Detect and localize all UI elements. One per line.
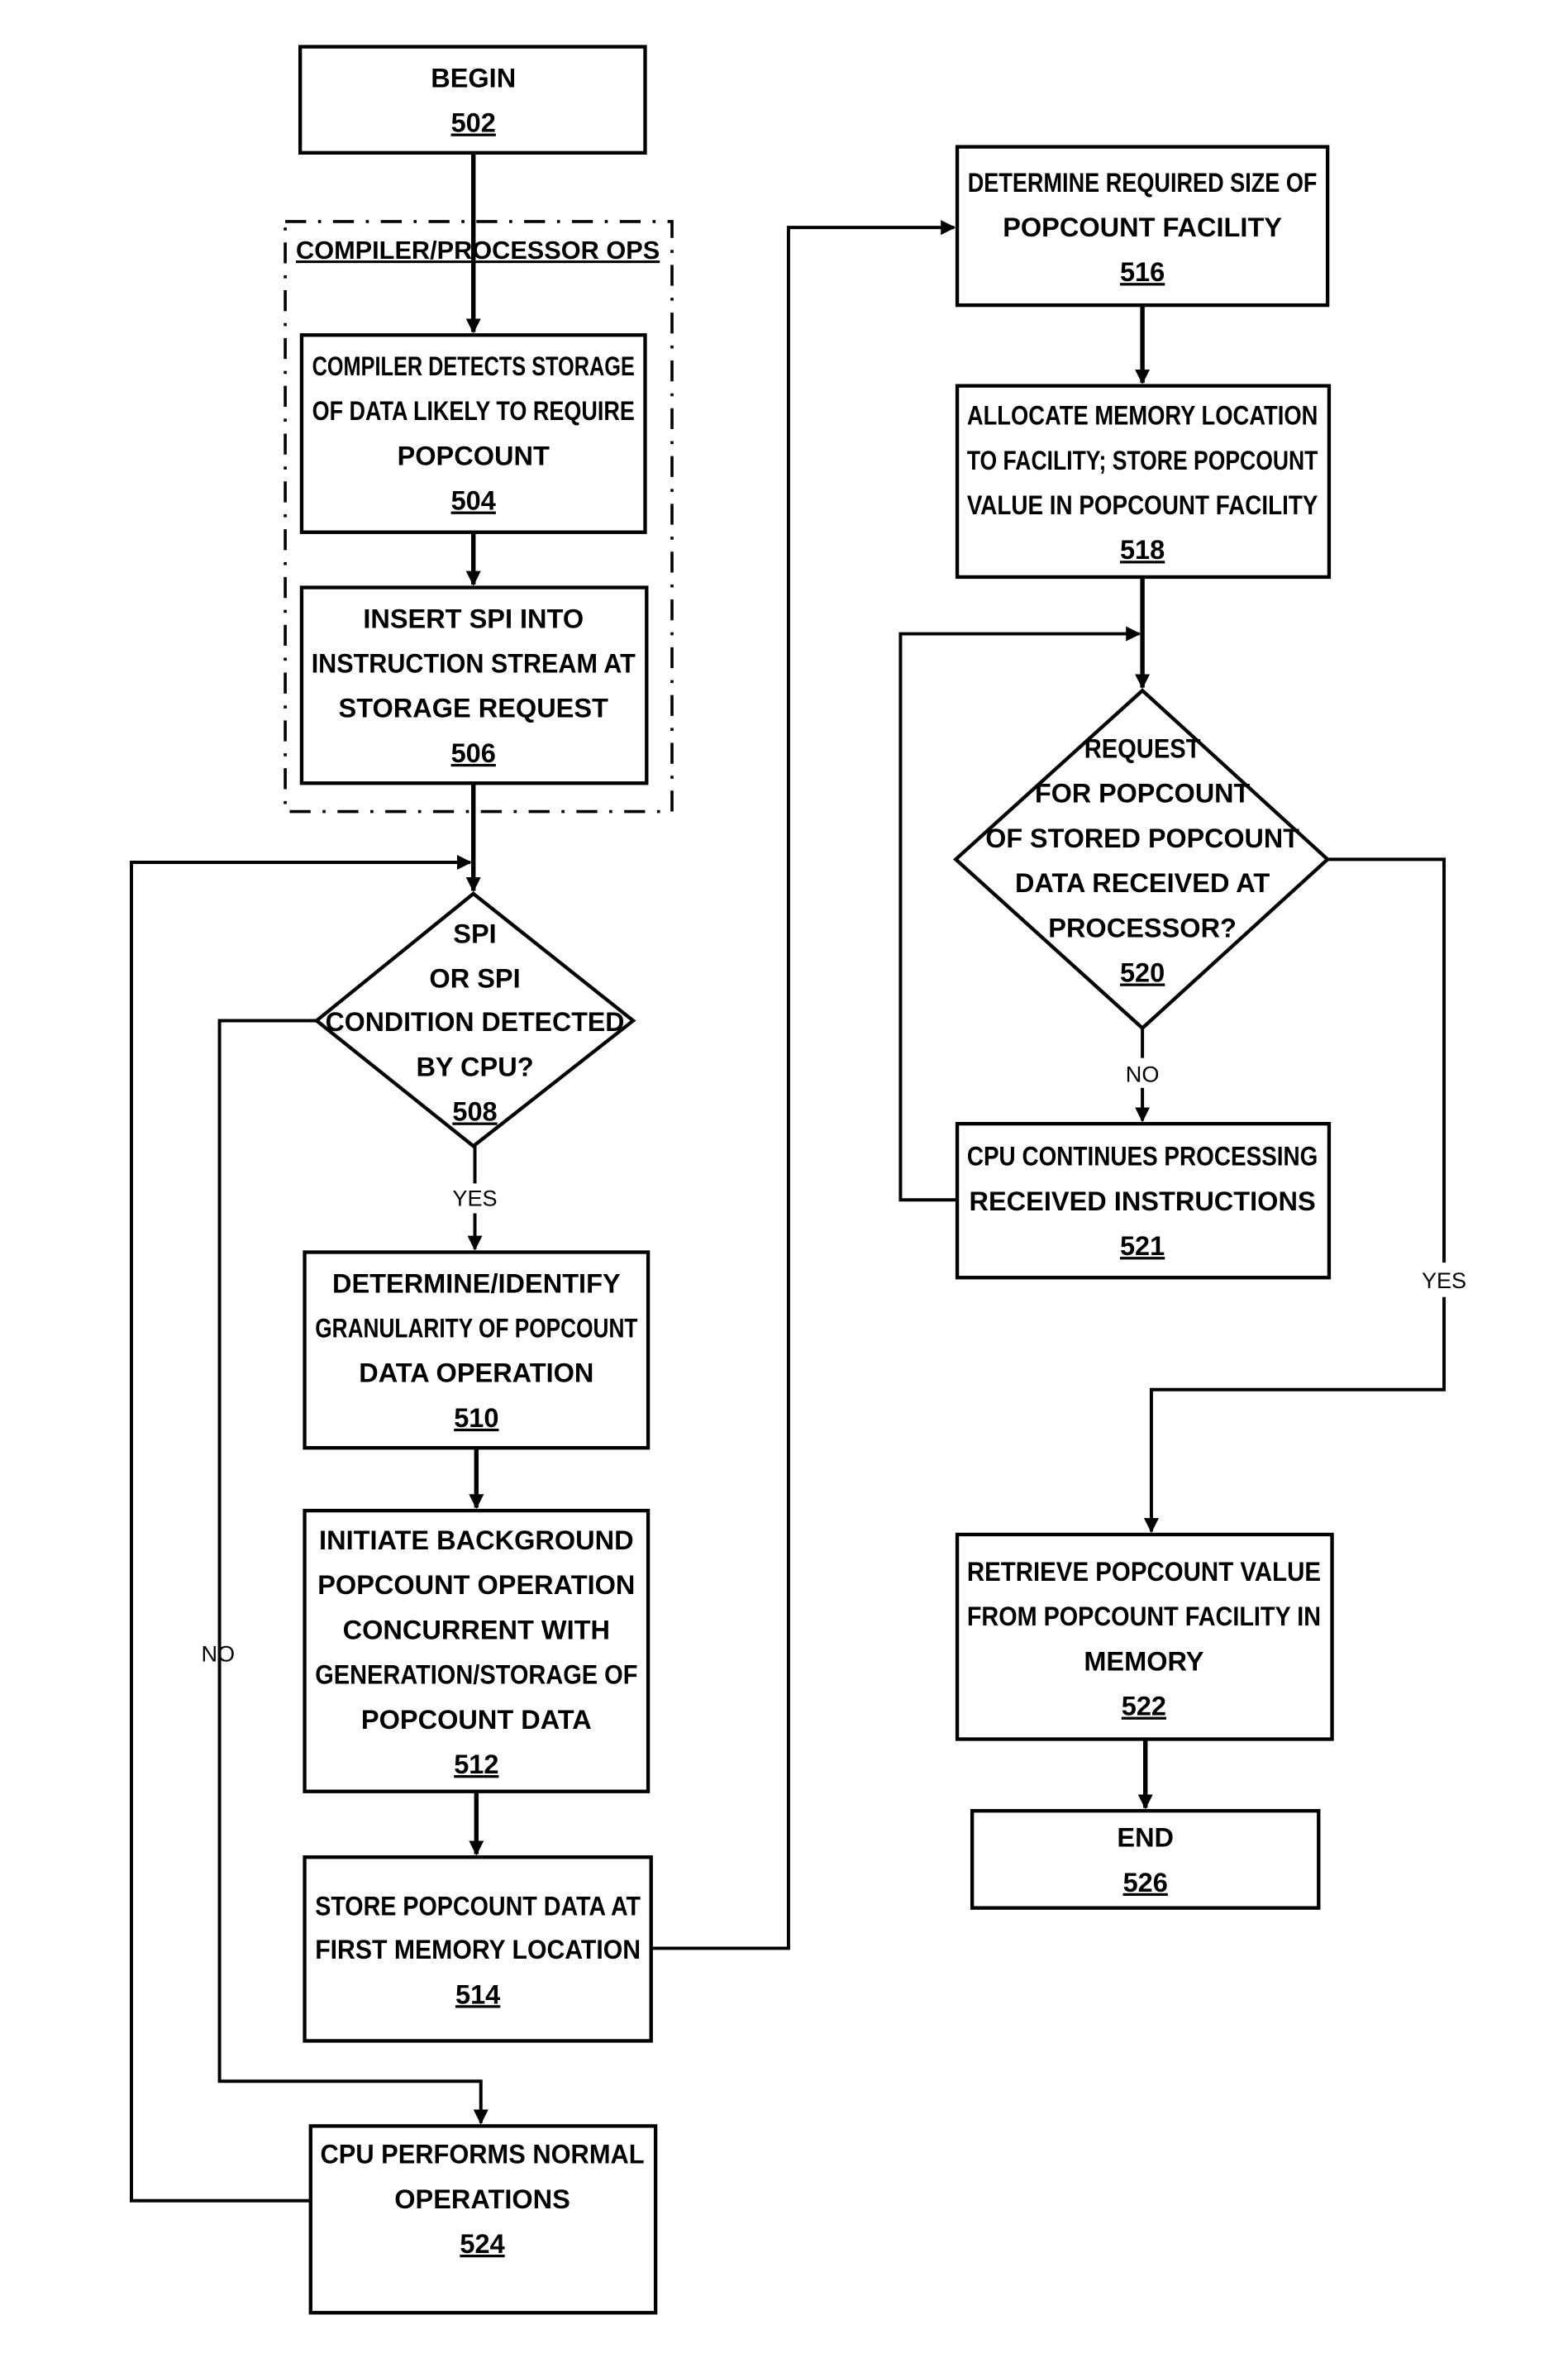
node-ref: 504 [451, 486, 496, 516]
node-label: COMPILER DETECTS STORAGE [312, 351, 635, 381]
node-label: INITIATE BACKGROUND [319, 1525, 634, 1555]
node-label: CPU CONTINUES PROCESSING [967, 1142, 1318, 1172]
arrow-514-516 [651, 220, 956, 1950]
node-label: MEMORY [1084, 1646, 1203, 1676]
node-label: TO FACILITY; STORE POPCOUNT [967, 446, 1318, 475]
branch-label-520-no: NO [1126, 1062, 1160, 1087]
node-label: VALUE IN POPCOUNT FACILITY [967, 490, 1318, 520]
arrow-520-yes-522-b [1143, 1296, 1446, 1534]
node-522: RETRIEVE POPCOUNT VALUE FROM POPCOUNT FA… [955, 1532, 1334, 1741]
node-508: SPI OR SPI CONDITION DETECTED BY CPU? 50… [313, 891, 636, 1149]
branch-label-508-no: NO [201, 1641, 235, 1667]
node-506: INSERT SPI INTO INSTRUCTION STREAM AT ST… [299, 585, 649, 785]
branch-label-508-yes: YES [452, 1186, 497, 1211]
node-ref: 526 [1123, 1868, 1168, 1897]
node-512: INITIATE BACKGROUND POPCOUNT OPERATION C… [303, 1508, 651, 1793]
node-label: ALLOCATE MEMORY LOCATION [967, 401, 1318, 431]
node-label: OR SPI [429, 964, 520, 994]
node-label: STORE POPCOUNT DATA AT [315, 1892, 641, 1921]
node-label: BEGIN [431, 63, 516, 93]
node-ref: 516 [1120, 257, 1165, 287]
node-label: GENERATION/STORAGE OF [315, 1660, 637, 1690]
node-label: GRANULARITY OF POPCOUNT [315, 1314, 637, 1344]
node-ref: 510 [454, 1403, 498, 1433]
node-label: INSTRUCTION STREAM AT [312, 649, 636, 679]
node-ref: 520 [1120, 958, 1165, 988]
node-label: FROM POPCOUNT FACILITY IN [967, 1601, 1321, 1631]
node-label: POPCOUNT FACILITY [1003, 212, 1282, 242]
node-510: DETERMINE/IDENTIFY GRANULARITY OF POPCOU… [303, 1250, 651, 1450]
node-label: RECEIVED INSTRUCTIONS [970, 1186, 1316, 1216]
node-label: SPI [453, 919, 496, 949]
node-ref: 522 [1122, 1692, 1166, 1721]
node-label: CONCURRENT WITH [343, 1615, 610, 1644]
node-ref: 521 [1120, 1231, 1165, 1261]
node-label: END [1117, 1823, 1174, 1853]
group-label: COMPILER/PROCESSOR OPS [296, 236, 660, 265]
node-ref: 502 [451, 108, 496, 138]
node-label: RETRIEVE POPCOUNT VALUE [967, 1557, 1321, 1587]
node-label: CPU PERFORMS NORMAL [321, 2140, 645, 2169]
node-ref: 512 [454, 1749, 498, 1779]
node-ref: 514 [455, 1979, 500, 2009]
node-label: POPCOUNT OPERATION [317, 1570, 635, 1600]
node-label: OF STORED POPCOUNT [985, 823, 1299, 853]
node-label: DETERMINE REQUIRED SIZE OF [968, 168, 1318, 198]
node-516: DETERMINE REQUIRED SIZE OF POPCOUNT FACI… [955, 145, 1330, 308]
node-label: POPCOUNT [398, 441, 550, 470]
node-ref: 518 [1120, 535, 1165, 565]
node-label: DATA RECEIVED AT [1015, 868, 1270, 898]
node-ref: 506 [451, 738, 496, 768]
node-label: DETERMINE/IDENTIFY [332, 1268, 621, 1298]
node-label: INSERT SPI INTO [363, 604, 584, 633]
node-521: CPU CONTINUES PROCESSING RECEIVED INSTRU… [955, 1121, 1332, 1280]
node-524: CPU PERFORMS NORMAL OPERATIONS 524 [308, 2124, 658, 2315]
node-518: ALLOCATE MEMORY LOCATION TO FACILITY; ST… [955, 384, 1332, 580]
branch-label-520-yes: YES [1422, 1267, 1466, 1293]
node-514: STORE POPCOUNT DATA AT FIRST MEMORY LOCA… [303, 1855, 653, 2043]
node-ref: 508 [452, 1097, 497, 1127]
node-label: FOR POPCOUNT [1035, 779, 1250, 809]
node-520: REQUEST FOR POPCOUNT OF STORED POPCOUNT … [953, 688, 1331, 1031]
flowchart: COMPILER/PROCESSOR OPS BEGIN 502 COMPILE… [129, 45, 1466, 2315]
node-label: FIRST MEMORY LOCATION [315, 1935, 641, 1964]
arrow-520-yes-522 [1327, 857, 1446, 1263]
node-ref: 524 [460, 2229, 504, 2259]
node-label: CONDITION DETECTED [326, 1007, 625, 1037]
node-504: COMPILER DETECTS STORAGE OF DATA LIKELY … [299, 333, 647, 534]
node-label: REQUEST [1084, 734, 1201, 764]
node-label: DATA OPERATION [359, 1358, 593, 1388]
node-502: BEGIN 502 [298, 45, 647, 155]
node-label: STORAGE REQUEST [339, 694, 609, 723]
node-label: BY CPU? [416, 1052, 533, 1081]
node-label: PROCESSOR? [1048, 913, 1237, 943]
node-label: OPERATIONS [394, 2184, 570, 2214]
node-526: END 526 [970, 1809, 1321, 1910]
node-label: OF DATA LIKELY TO REQUIRE [312, 396, 635, 426]
node-label: POPCOUNT DATA [361, 1705, 592, 1735]
